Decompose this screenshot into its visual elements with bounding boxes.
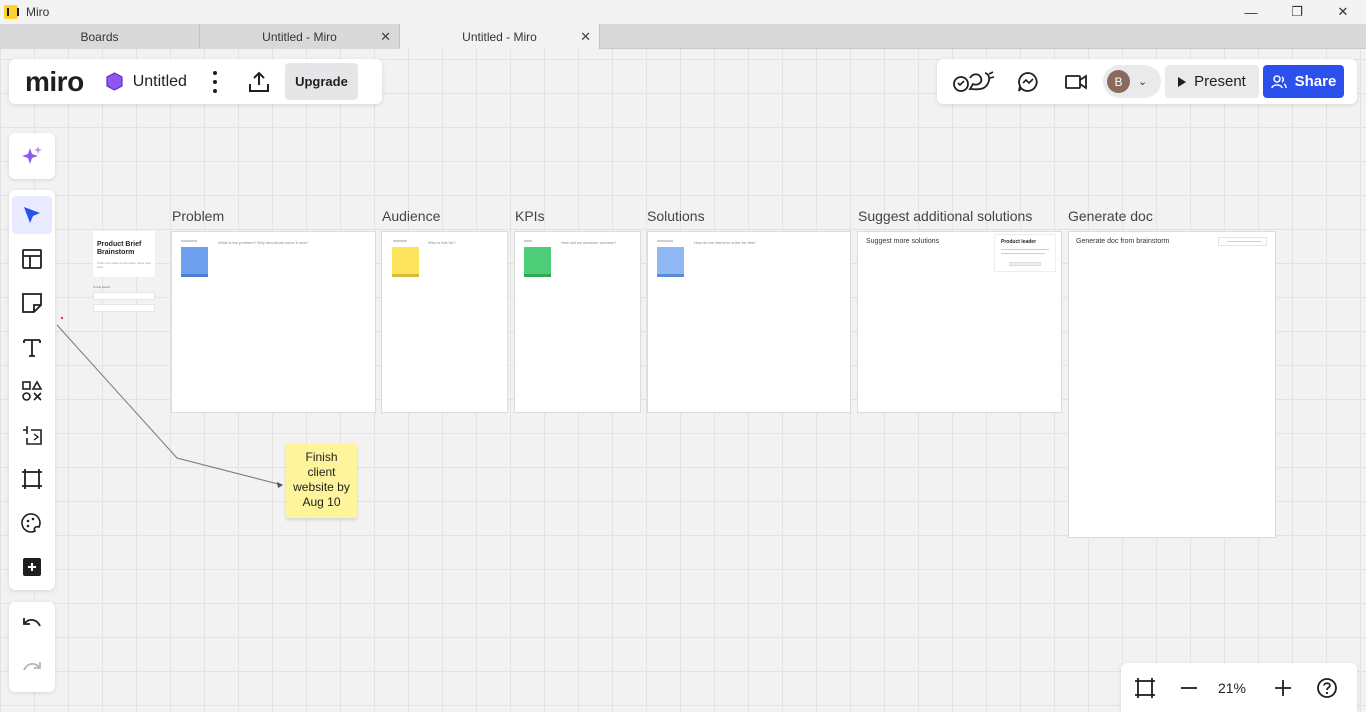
board-header-panel: miro Untitled Upgrade	[9, 59, 382, 104]
history-panel	[9, 602, 55, 692]
export-icon[interactable]	[247, 70, 271, 94]
text-tool[interactable]	[12, 328, 52, 366]
emoji-tool[interactable]	[12, 504, 52, 542]
frame-label-solutions[interactable]: Solutions	[647, 208, 705, 224]
creation-toolbar	[9, 190, 55, 590]
zoom-in-button[interactable]	[1270, 675, 1296, 701]
reactions-icon[interactable]	[953, 69, 995, 95]
miro-logo[interactable]: miro	[25, 66, 84, 98]
brief-item[interactable]	[93, 292, 155, 300]
share-label: Share	[1294, 73, 1337, 90]
zoom-out-button[interactable]	[1176, 675, 1202, 701]
brief-title: Product Brief Brainstorm	[97, 241, 142, 256]
frame-audience[interactable]: Who is this for?	[381, 231, 508, 413]
comments-icon[interactable]	[1015, 69, 1041, 95]
frame-label-problem[interactable]: Problem	[172, 208, 224, 224]
brief-section-label: In this board	[93, 285, 110, 289]
generate-doc-card[interactable]	[1218, 237, 1267, 246]
zoom-panel: 21%	[1121, 663, 1357, 712]
avatar: B	[1107, 70, 1130, 93]
card-line	[1001, 249, 1049, 250]
plus-icon	[1275, 679, 1291, 696]
frame-label-suggest[interactable]: Suggest additional solutions	[858, 208, 1032, 224]
plus-square-icon	[23, 558, 41, 576]
frame-generate-doc[interactable]: Generate doc from brainstorm	[1068, 231, 1276, 538]
frame-label-generate[interactable]: Generate doc	[1068, 208, 1153, 224]
frame-header-line	[524, 240, 532, 242]
collaboration-panel: B ⌄ Present Share	[937, 59, 1357, 104]
sticky-note-green[interactable]	[524, 247, 551, 277]
crop-frame-icon	[23, 426, 42, 445]
product-leader-card[interactable]: Product leader	[994, 234, 1056, 272]
fit-to-screen-button[interactable]	[1132, 675, 1158, 701]
board-name[interactable]: Untitled	[133, 73, 187, 91]
frame-label-kpis[interactable]: KPIs	[515, 208, 545, 224]
frame-caption: Who is this for?	[428, 240, 456, 245]
frame-problem[interactable]: What is the problem? Why should we solve…	[171, 231, 376, 413]
product-brief-card[interactable]: Product Brief Brainstorm Write your idea…	[93, 231, 155, 277]
frame-header-line	[657, 240, 673, 242]
shapes-icon	[22, 380, 43, 401]
frame-caption: How will we measure success?	[561, 240, 617, 245]
card-button	[1009, 262, 1041, 266]
users-icon	[1270, 74, 1287, 88]
frame-label-audience[interactable]: Audience	[382, 208, 440, 224]
minus-icon	[1181, 686, 1197, 689]
sticky-note-yellow[interactable]	[392, 247, 419, 277]
upgrade-button[interactable]: Upgrade	[284, 63, 358, 100]
present-button[interactable]: Present	[1165, 65, 1259, 98]
ai-assist-panel	[9, 133, 55, 179]
select-tool[interactable]	[12, 196, 52, 234]
sticky-note-icon	[22, 293, 42, 313]
ai-sparkle-icon[interactable]	[21, 145, 43, 167]
brief-subtitle: Write your ideas on the sticky notes the…	[97, 261, 151, 269]
more-vertical-icon[interactable]	[207, 70, 223, 93]
user-menu[interactable]: B ⌄	[1103, 65, 1161, 98]
frame-caption: How do we intend to solve for this?	[694, 240, 757, 245]
cursor-icon	[24, 207, 40, 223]
palette-icon	[21, 513, 41, 533]
frame-solutions[interactable]: How do we intend to solve for this?	[647, 231, 851, 413]
shapes-tool[interactable]	[12, 372, 52, 410]
share-button[interactable]: Share	[1263, 65, 1344, 98]
redo-icon	[23, 662, 41, 671]
sticky-note-blue[interactable]	[181, 247, 208, 277]
fit-screen-icon	[1135, 677, 1155, 698]
frame-kpis[interactable]: How will we measure success?	[514, 231, 641, 413]
templates-icon	[22, 249, 42, 269]
video-call-icon[interactable]	[1063, 69, 1089, 95]
present-label: Present	[1194, 73, 1246, 90]
frame-icon	[22, 469, 42, 489]
sticky-note-lightblue[interactable]	[657, 247, 684, 277]
frame-caption: Generate doc from brainstorm	[1076, 238, 1170, 245]
frame-header-line	[393, 240, 407, 242]
chevron-down-icon: ⌄	[1138, 76, 1148, 88]
sticky-note[interactable]: Finish client website by Aug 10	[286, 444, 357, 518]
undo-icon	[23, 618, 41, 627]
card-line	[1227, 241, 1262, 242]
play-icon	[1178, 76, 1187, 87]
sticky-note-text: Finish client website by Aug 10	[293, 450, 350, 509]
more-apps-tool[interactable]	[12, 548, 52, 586]
frame-caption: Suggest more solutions	[866, 238, 940, 245]
frames-tool[interactable]	[12, 416, 52, 454]
help-button[interactable]	[1314, 675, 1340, 701]
templates-tool[interactable]	[12, 240, 52, 278]
text-icon	[23, 339, 41, 357]
undo-button[interactable]	[12, 606, 52, 644]
sticky-note-tool[interactable]	[12, 284, 52, 322]
card-title: Product leader	[1001, 239, 1037, 245]
frame-tool[interactable]	[12, 460, 52, 498]
frame-caption: What is the problem? Why should we solve…	[218, 240, 309, 245]
brief-item[interactable]	[93, 304, 155, 312]
redo-button[interactable]	[12, 650, 52, 688]
zoom-level[interactable]: 21%	[1205, 680, 1259, 696]
frame-header-line	[181, 240, 197, 242]
card-line	[1001, 253, 1045, 254]
shield-icon[interactable]	[106, 72, 123, 91]
help-icon	[1317, 677, 1337, 698]
